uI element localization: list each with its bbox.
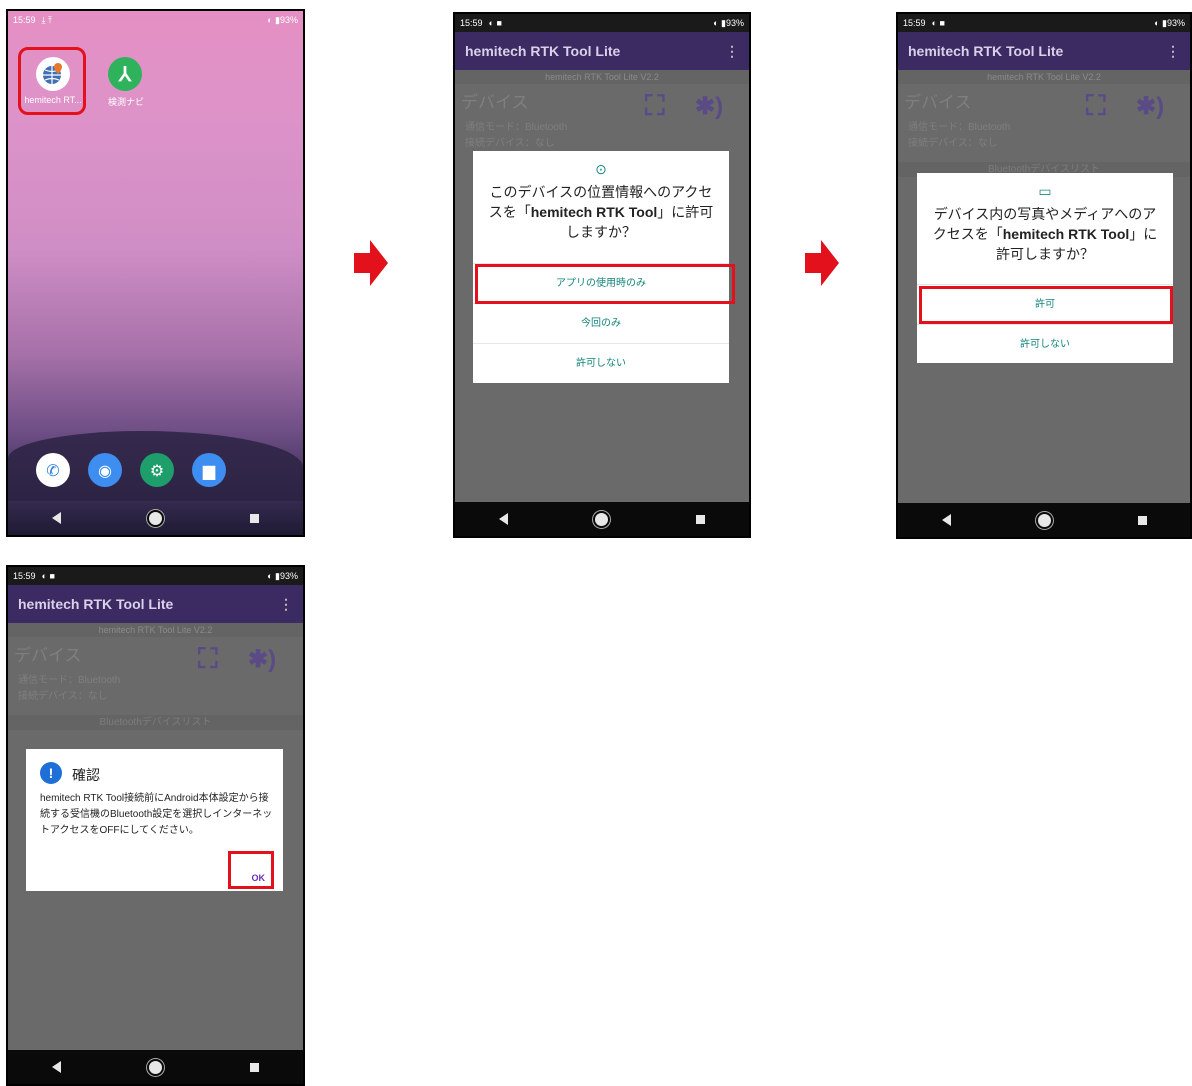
nav-bar bbox=[8, 1050, 303, 1084]
battery-status: ◐ ▮93% bbox=[713, 17, 744, 28]
bt-device-list-header: Bluetoothデバイスリスト bbox=[8, 715, 303, 730]
confirm-dialog: ! 確認 hemitech RTK Tool接続前にAndroid本体設定から接… bbox=[26, 749, 283, 891]
globe-pin-icon bbox=[36, 57, 70, 91]
scan-icon[interactable]: ⛶ bbox=[198, 643, 218, 676]
bluetooth-icon[interactable]: ✱) bbox=[248, 645, 276, 674]
ok-button[interactable]: OK bbox=[252, 873, 266, 883]
deny-button[interactable]: 許可しない bbox=[473, 343, 729, 383]
allow-while-using-button[interactable]: アプリの使用時のみ bbox=[473, 263, 729, 303]
notification-icons: ◐ ■ bbox=[41, 571, 55, 581]
status-time: 15:59 bbox=[460, 18, 483, 28]
app-title: hemitech RTK Tool Lite bbox=[465, 43, 621, 59]
battery-status: ◐ ▮93% bbox=[1154, 17, 1185, 28]
location-pin-icon: ⊙ bbox=[595, 161, 607, 177]
phone-confirm-dialog: 15:59 ◐ ■ ◐ ▮93% hemitech RTK Tool Lite … bbox=[6, 565, 305, 1086]
notification-icons: ◐ ■ bbox=[488, 18, 502, 28]
version-label: hemitech RTK Tool Lite V2.2 bbox=[8, 623, 303, 637]
version-label: hemitech RTK Tool Lite V2.2 bbox=[455, 70, 749, 84]
confirm-title: 確認 bbox=[72, 767, 100, 783]
battery-status: ◐ ▮93% bbox=[267, 14, 298, 25]
dialog-message: このデバイスの位置情報へのアクセスを「hemitech RTK Tool」に許可… bbox=[488, 184, 714, 240]
comm-mode: 通信モード：Bluetooth bbox=[908, 122, 1011, 133]
phone-icon[interactable]: ✆ bbox=[36, 453, 70, 487]
battery-status: ◐ ▮93% bbox=[267, 570, 298, 581]
version-label: hemitech RTK Tool Lite V2.2 bbox=[898, 70, 1190, 84]
status-time: 15:59 bbox=[13, 15, 36, 25]
nav-bar bbox=[455, 502, 749, 536]
status-time: 15:59 bbox=[13, 571, 36, 581]
more-icon[interactable]: ⋮ bbox=[279, 596, 293, 613]
app-title: hemitech RTK Tool Lite bbox=[908, 43, 1064, 59]
notification-icons: ◐ ■ bbox=[931, 18, 945, 28]
comm-mode: 通信モード：Bluetooth bbox=[18, 675, 121, 686]
folder-icon: ▭ bbox=[1038, 183, 1052, 199]
phone-location-permission: 15:59 ◐ ■ ◐ ▮93% hemitech RTK Tool Lite … bbox=[453, 12, 751, 538]
app-label-hemitech: hemitech RT... bbox=[24, 95, 82, 105]
phone-home-screen: 15:59 ⤓ ⤒ ◐ ▮93% hemitech RT... ⅄ 検測ナビ ✆… bbox=[6, 9, 305, 537]
status-bar: 15:59 ◐ ■ ◐ ▮93% bbox=[898, 14, 1190, 32]
app-title: hemitech RTK Tool Lite bbox=[18, 596, 174, 612]
status-time: 15:59 bbox=[903, 18, 926, 28]
recents-icon[interactable] bbox=[1137, 515, 1147, 525]
status-bar: 15:59 ◐ ■ ◐ ▮93% bbox=[455, 14, 749, 32]
more-icon[interactable]: ⋮ bbox=[1166, 43, 1180, 60]
connected-device: 接続デバイス：なし bbox=[465, 138, 555, 149]
camera-icon[interactable]: ◉ bbox=[88, 453, 122, 487]
info-icon: ! bbox=[40, 762, 62, 784]
recents-icon[interactable] bbox=[696, 514, 706, 524]
status-bar: 15:59 ⤓ ⤒ ◐ ▮93% bbox=[8, 11, 303, 29]
allow-once-button[interactable]: 今回のみ bbox=[473, 303, 729, 343]
nav-bar bbox=[898, 503, 1190, 537]
recents-icon[interactable] bbox=[250, 513, 259, 523]
confirm-message: hemitech RTK Tool接続前にAndroid本体設定から接続する受信… bbox=[40, 793, 273, 836]
recents-icon[interactable] bbox=[250, 1062, 259, 1072]
allow-button[interactable]: 許可 bbox=[917, 284, 1173, 324]
files-icon[interactable]: ▆ bbox=[192, 453, 226, 487]
location-permission-dialog: ⊙ このデバイスの位置情報へのアクセスを「hemitech RTK Tool」に… bbox=[473, 151, 729, 383]
home-icon[interactable] bbox=[1037, 513, 1051, 527]
connected-device: 接続デバイス：なし bbox=[908, 138, 998, 149]
device-title: デバイス bbox=[461, 93, 529, 112]
status-bar: 15:59 ◐ ■ ◐ ▮93% bbox=[8, 567, 303, 585]
dialog-message: デバイス内の写真やメディアへのアクセスを「hemitech RTK Tool」に… bbox=[932, 206, 1158, 262]
home-icon[interactable] bbox=[595, 512, 609, 526]
app-bar: hemitech RTK Tool Lite ⋮ bbox=[8, 585, 303, 623]
media-permission-dialog: ▭ デバイス内の写真やメディアへのアクセスを「hemitech RTK Tool… bbox=[917, 173, 1173, 363]
more-icon[interactable]: ⋮ bbox=[725, 43, 739, 60]
app-screen: 15:59 ◐ ■ ◐ ▮93% hemitech RTK Tool Lite … bbox=[898, 14, 1190, 537]
app-bar: hemitech RTK Tool Lite ⋮ bbox=[898, 32, 1190, 70]
device-title: デバイス bbox=[904, 93, 972, 112]
app-icon-navi[interactable]: ⅄ 検測ナビ bbox=[96, 51, 156, 115]
app-screen: 15:59 ◐ ■ ◐ ▮93% hemitech RTK Tool Lite … bbox=[8, 567, 303, 1084]
scan-icon[interactable]: ⛶ bbox=[645, 90, 665, 123]
back-icon[interactable] bbox=[941, 514, 951, 526]
connected-device: 接続デバイス：なし bbox=[18, 691, 108, 702]
bluetooth-icon[interactable]: ✱) bbox=[695, 92, 723, 121]
download-icons: ⤓ ⤒ bbox=[41, 14, 52, 25]
deny-button[interactable]: 許可しない bbox=[917, 324, 1173, 364]
device-title: デバイス bbox=[14, 646, 82, 665]
app-icon-hemitech[interactable]: hemitech RT... bbox=[22, 51, 84, 115]
survey-navi-icon: ⅄ bbox=[108, 57, 142, 91]
home-icon[interactable] bbox=[149, 1060, 162, 1074]
back-icon[interactable] bbox=[498, 513, 508, 525]
scan-icon[interactable]: ⛶ bbox=[1086, 90, 1106, 123]
back-icon[interactable] bbox=[52, 1061, 61, 1073]
arrow-right-icon bbox=[805, 240, 839, 286]
home-icon[interactable] bbox=[149, 511, 162, 525]
nav-bar bbox=[8, 501, 303, 535]
home-screen: 15:59 ⤓ ⤒ ◐ ▮93% hemitech RT... ⅄ 検測ナビ ✆… bbox=[8, 11, 303, 535]
settings-icon[interactable]: ⚙ bbox=[140, 453, 174, 487]
app-screen: 15:59 ◐ ■ ◐ ▮93% hemitech RTK Tool Lite … bbox=[455, 14, 749, 536]
comm-mode: 通信モード：Bluetooth bbox=[465, 122, 568, 133]
app-label-navi: 検測ナビ bbox=[107, 97, 144, 107]
back-icon[interactable] bbox=[52, 512, 61, 524]
arrow-right-icon bbox=[354, 240, 388, 286]
phone-media-permission: 15:59 ◐ ■ ◐ ▮93% hemitech RTK Tool Lite … bbox=[896, 12, 1192, 539]
bluetooth-icon[interactable]: ✱) bbox=[1136, 92, 1164, 121]
app-bar: hemitech RTK Tool Lite ⋮ bbox=[455, 32, 749, 70]
